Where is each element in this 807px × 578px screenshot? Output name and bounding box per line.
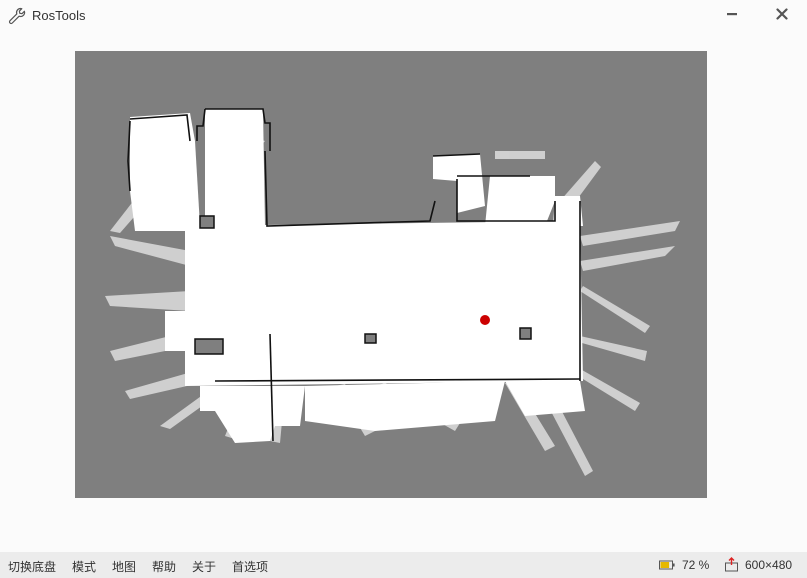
menu-map[interactable]: 地图 (112, 558, 136, 575)
menu-switch-chassis[interactable]: 切换底盘 (8, 558, 56, 575)
menu-about[interactable]: 关于 (192, 558, 216, 575)
battery-icon (659, 559, 675, 574)
close-button[interactable] (768, 4, 796, 28)
window-title: RosTools (32, 8, 86, 23)
resolution-text: 600×480 (745, 558, 793, 572)
robot-marker (480, 315, 490, 325)
close-icon (776, 7, 788, 25)
status-bar: 切换底盘 模式 地图 帮助 关于 首选项 72 % 600×480 (0, 552, 807, 578)
wrench-icon (8, 7, 26, 25)
minimize-icon (726, 7, 738, 25)
battery-percent: 72 % (682, 558, 710, 572)
menu-mode[interactable]: 模式 (72, 558, 96, 575)
map-view[interactable] (75, 51, 707, 498)
minimize-button[interactable] (718, 4, 746, 28)
menu-help[interactable]: 帮助 (152, 558, 176, 575)
occupancy-map (75, 51, 707, 498)
menu-preferences[interactable]: 首选项 (232, 558, 268, 575)
title-bar: RosTools (0, 0, 807, 32)
resolution-icon (724, 557, 740, 576)
